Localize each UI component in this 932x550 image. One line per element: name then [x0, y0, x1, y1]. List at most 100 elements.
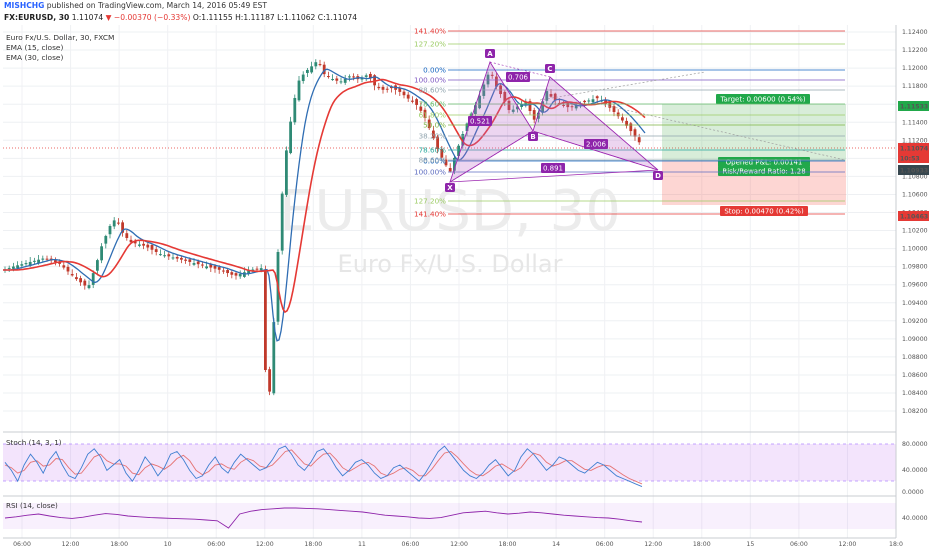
candle-body [318, 64, 322, 66]
candle-body [205, 266, 208, 269]
price-tick: 1.08200 [902, 408, 928, 415]
candle-body [595, 96, 599, 99]
time-tick: 12:00 [450, 541, 468, 548]
price-tick: 1.10600 [902, 191, 928, 198]
risk-reward-text: Risk/Reward Ratio: 1.28 [722, 168, 805, 176]
candle-body [583, 100, 586, 103]
candle-body [66, 266, 70, 272]
symbol-info-line: FX:EURUSD, 30 1.11074 ▼ −0.00370 (−0.33%… [0, 11, 932, 25]
harmonic-pattern[interactable]: 0.521 0.706 2.006 0.891 X A B C D [445, 49, 663, 192]
candle-body [12, 266, 15, 269]
price-tick: 1.12400 [902, 29, 928, 36]
fib-level-label: 78.60% [419, 146, 447, 155]
price-change: −0.00370 (−0.33%) [113, 13, 191, 22]
fib-level-label: 78.60% [419, 100, 447, 109]
price-tick: 1.09000 [902, 336, 928, 343]
down-arrow-icon: ▼ [105, 13, 112, 22]
legend-ema30[interactable]: EMA (30, close) [6, 53, 63, 62]
last-price: 1.11074 [71, 13, 104, 22]
candle-body [310, 66, 313, 73]
long-position-tool[interactable]: Target: 0.00600 (0.54%)Opened P&L: 0.001… [662, 94, 846, 216]
legend-ema15[interactable]: EMA (15, close) [6, 43, 63, 52]
candle-body [24, 263, 28, 265]
candle-body [213, 265, 217, 269]
candle-body [125, 233, 129, 238]
price-tick: 1.09400 [902, 300, 928, 307]
candle-body [196, 261, 200, 265]
fib-level-label: 127.20% [414, 197, 446, 206]
price-tick: 1.10000 [902, 246, 928, 253]
rsi-label[interactable]: RSI (14, close) [6, 501, 58, 510]
candle-body [45, 258, 49, 260]
target-text: Target: 0.00600 (0.54%) [719, 96, 805, 104]
chart-canvas[interactable]: EURUSD, 30 Euro Fx/U.S. Dollar Target: 0… [0, 0, 932, 550]
ohlc-values: O:1.11155 H:1.11187 L:1.11062 C:1.11074 [192, 13, 358, 22]
candle-body [352, 76, 355, 78]
stoch-tick: 40.0000 [902, 467, 928, 474]
candle-body [306, 69, 309, 73]
legend-title: Euro Fx/U.S. Dollar, 30, FXCM [6, 33, 115, 42]
candle-body [314, 62, 318, 67]
candle-body [448, 168, 452, 172]
candle-body [201, 264, 204, 266]
candle-body [285, 150, 288, 195]
candle-body [62, 265, 66, 268]
candle-body [96, 260, 99, 271]
fib-level-label: 141.40% [414, 27, 446, 36]
candle-body [587, 100, 591, 102]
candle-body [280, 193, 284, 251]
candle-body [616, 112, 620, 117]
candle-body [171, 257, 175, 259]
candle-body [167, 254, 171, 257]
candle-body [33, 260, 36, 262]
candle-body [16, 265, 19, 269]
stoch-band [3, 444, 896, 481]
fib-level-label: 100.00% [414, 168, 446, 177]
price-tag-label: 1.11074 [900, 146, 929, 153]
candle-body [339, 81, 343, 83]
point-b-label: B [530, 133, 535, 141]
candle-body [402, 91, 406, 96]
time-tick: 06:00 [402, 541, 420, 548]
candle-body [112, 220, 116, 227]
candle-body [138, 244, 141, 246]
rsi-tick: 40.0000 [902, 515, 928, 522]
fib-level-label: 38.20% [419, 132, 447, 141]
candle-body [335, 78, 339, 81]
candle-body [255, 268, 259, 270]
watermark: EURUSD, 30 Euro Fx/U.S. Dollar [279, 179, 621, 278]
time-tick: 18:00 [304, 541, 322, 548]
candle-body [381, 86, 385, 90]
candle-body [591, 99, 595, 103]
time-tick: 15 [746, 541, 754, 548]
time-tick: 12:00 [839, 541, 857, 548]
candle-body [327, 76, 330, 78]
candle-body [633, 129, 637, 137]
candle-body [406, 94, 410, 99]
time-tick: 14 [552, 541, 560, 548]
candle-body [621, 117, 624, 121]
candle-body [377, 86, 381, 89]
candle-body [41, 258, 45, 260]
time-tick: 12:00 [62, 541, 80, 548]
candle-body [180, 257, 183, 260]
price-tick: 1.12000 [902, 65, 928, 72]
author-name[interactable]: MISHCHG [4, 1, 44, 10]
fib-level-label: 0.00% [423, 66, 446, 75]
candle-body [238, 273, 242, 277]
stoch-label[interactable]: Stoch (14, 3, 1) [6, 438, 62, 447]
time-tick: 06:00 [207, 541, 225, 548]
price-tick: 1.09800 [902, 264, 928, 271]
candle-body [192, 263, 196, 265]
publish-header: MISHCHG published on TradingView.com, Ma… [0, 0, 932, 11]
candle-body [385, 88, 389, 90]
candle-body [75, 277, 78, 280]
candle-body [146, 244, 150, 248]
candle-body [188, 259, 192, 262]
symbol-label[interactable]: FX:EURUSD, 30 [4, 13, 69, 22]
candle-body [301, 74, 305, 82]
price-tick: 1.08600 [902, 372, 928, 379]
candle-body [226, 270, 229, 274]
fib-level-label: 127.20% [414, 40, 446, 49]
candle-body [20, 264, 24, 266]
